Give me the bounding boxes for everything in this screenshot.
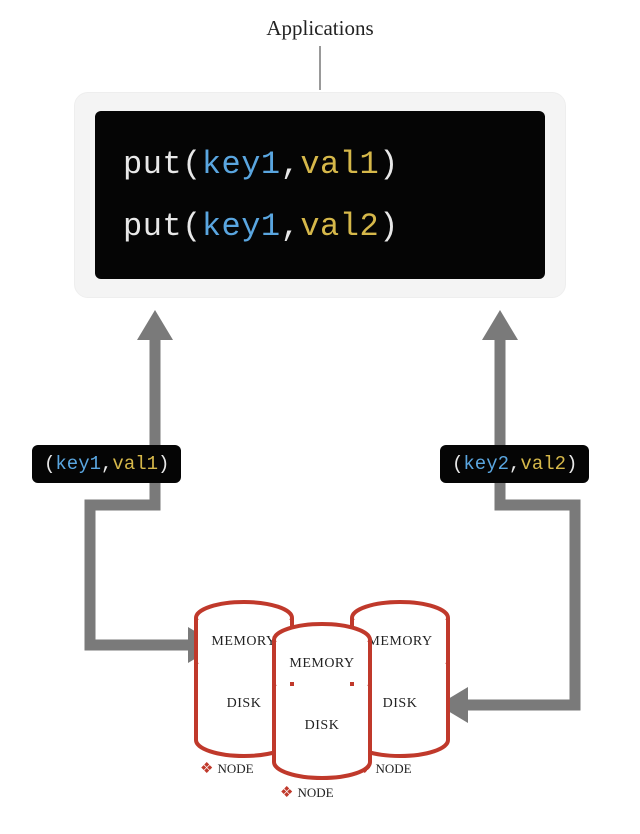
val-token: val2 — [520, 453, 566, 475]
comma: , — [281, 208, 301, 245]
node-text: NODE — [217, 761, 253, 777]
code-line-2: put(key1,val2) — [123, 208, 517, 245]
flame-icon: ❖ — [200, 762, 213, 777]
close-paren: ) — [158, 453, 169, 475]
key-token: key1 — [55, 453, 101, 475]
open-paren: ( — [182, 208, 202, 245]
key-token: key1 — [202, 208, 281, 245]
comma: , — [281, 146, 301, 183]
node-cylinder-2: MEMORY DISK — [270, 622, 374, 782]
disk-label: DISK — [270, 718, 374, 734]
node-text: NODE — [375, 761, 411, 777]
close-paren: ) — [566, 453, 577, 475]
applications-box: put(key1,val1) put(key1,val2) — [74, 92, 566, 298]
comma: , — [509, 453, 520, 475]
close-paren: ) — [379, 146, 399, 183]
close-paren: ) — [379, 208, 399, 245]
memory-label: MEMORY — [270, 656, 374, 672]
val-token: val1 — [300, 146, 379, 183]
open-paren: ( — [452, 453, 463, 475]
val-token: val2 — [300, 208, 379, 245]
diagram-title: Applications — [266, 16, 373, 41]
key-token: key2 — [463, 453, 509, 475]
open-paren: ( — [182, 146, 202, 183]
node-label-1: ❖ NODE — [200, 761, 254, 777]
node-label-2: ❖ NODE — [280, 785, 334, 801]
code-panel: put(key1,val1) put(key1,val2) — [95, 111, 545, 279]
node-text: NODE — [297, 785, 333, 801]
node-cluster: MEMORY DISK MEMORY DISK MEMORY DISK — [192, 600, 452, 810]
key-token: key1 — [202, 146, 281, 183]
flame-icon: ❖ — [280, 786, 293, 801]
tuple-right: (key2,val2) — [440, 445, 589, 483]
comma: , — [101, 453, 112, 475]
code-line-1: put(key1,val1) — [123, 146, 517, 183]
title-connector — [319, 46, 321, 90]
tuple-left: (key1,val1) — [32, 445, 181, 483]
fn-name: put — [123, 208, 182, 245]
fn-name: put — [123, 146, 182, 183]
val-token: val1 — [112, 453, 158, 475]
open-paren: ( — [44, 453, 55, 475]
